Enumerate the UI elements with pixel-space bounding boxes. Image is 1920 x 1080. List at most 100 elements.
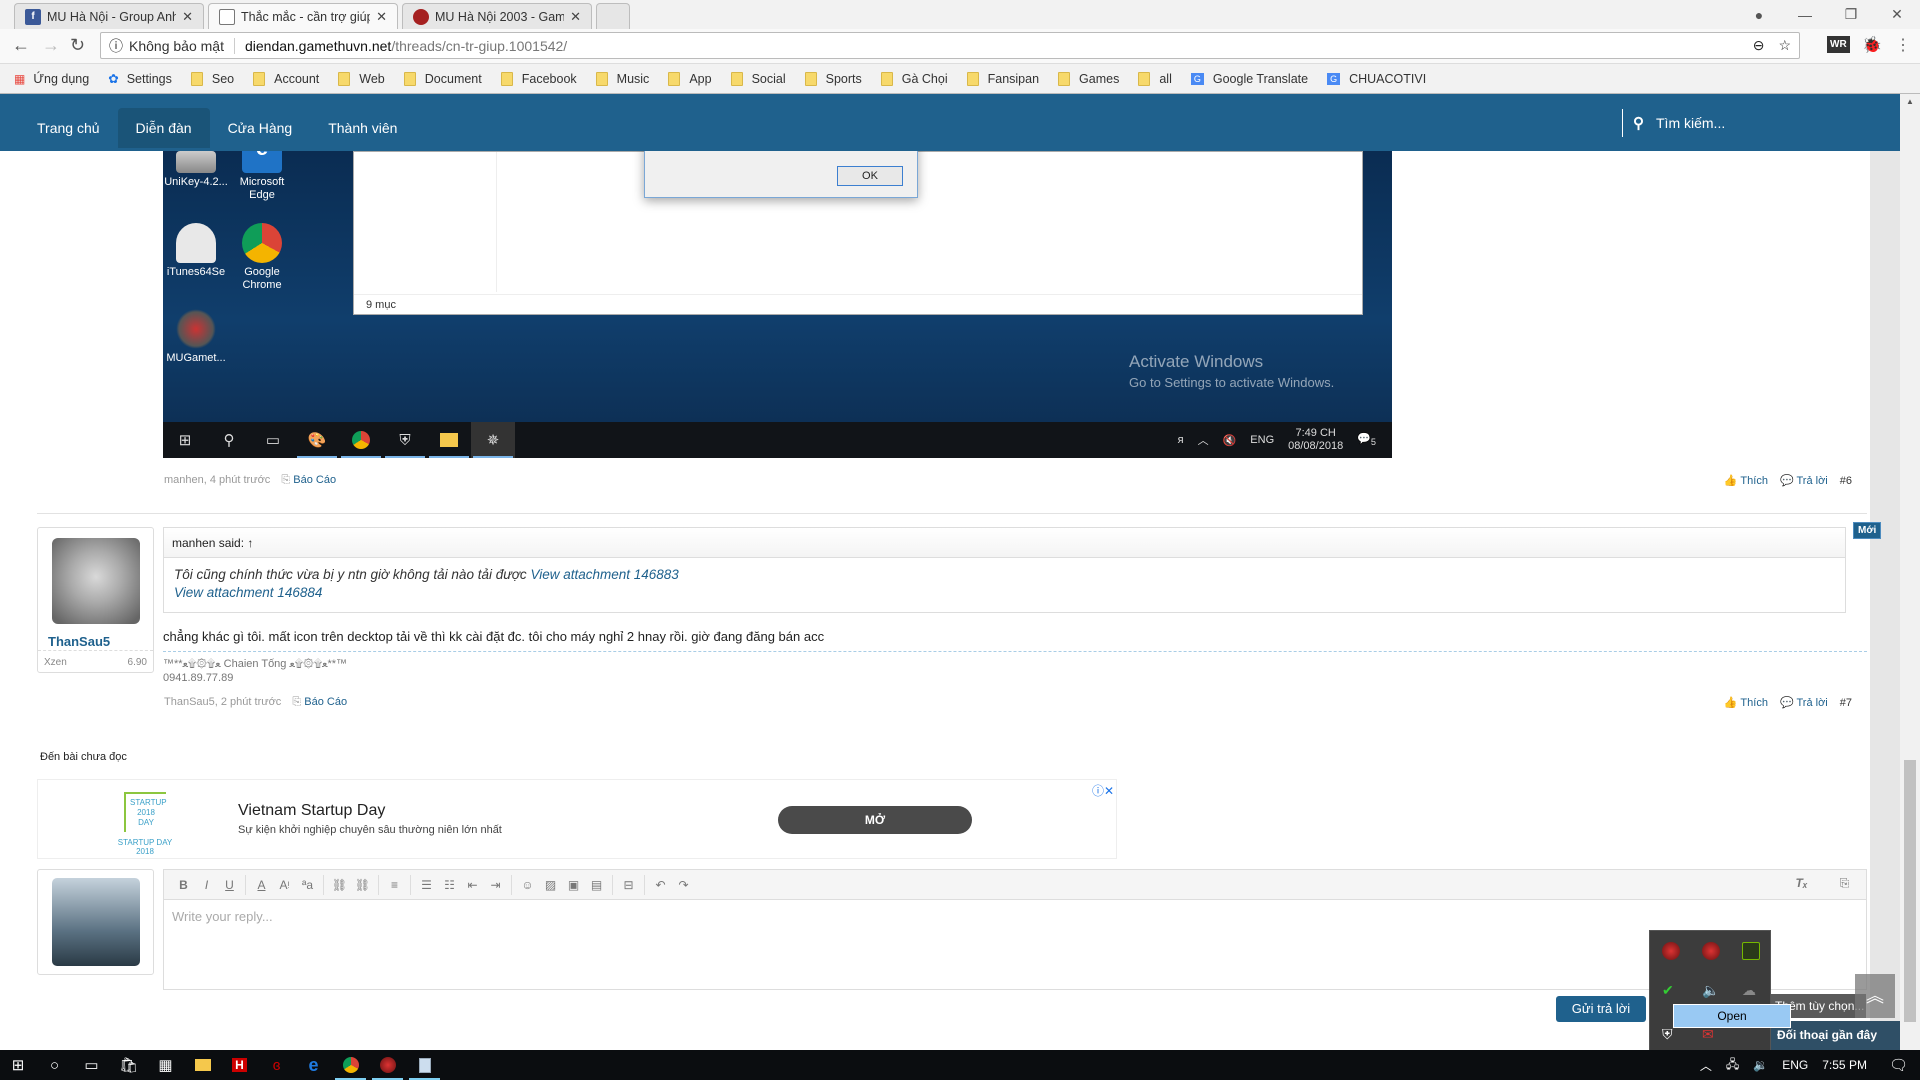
windows-start-icon[interactable]: ⊞ xyxy=(0,1050,36,1080)
bug-icon[interactable]: 🐞 xyxy=(1862,35,1882,55)
defender-warning-icon[interactable]: ⛨ xyxy=(1662,1026,1680,1044)
scroll-to-top-button[interactable]: ︽ xyxy=(1855,974,1895,1018)
close-tab-icon[interactable]: ✕ xyxy=(182,9,193,25)
new-tab-button[interactable] xyxy=(596,3,630,29)
attached-screenshot[interactable]: UniKey-4.2... eMicrosoft Edge iTunes64Se… xyxy=(163,151,1392,458)
mu-tray-icon[interactable] xyxy=(1662,942,1680,960)
bookmark-folder[interactable]: App xyxy=(668,71,712,86)
post-number[interactable]: #6 xyxy=(1840,475,1852,487)
nav-forum[interactable]: Diễn đàn xyxy=(117,107,210,148)
tab-facebook[interactable]: f MU Hà Nội - Group Anh Em ✕ xyxy=(14,3,204,29)
reply-input[interactable]: Write your reply... xyxy=(164,900,1866,933)
forward-icon[interactable]: → xyxy=(42,35,60,56)
site-search[interactable]: ⚲ Tìm kiếm... xyxy=(1622,109,1725,137)
remove-format-icon[interactable]: Tₓ xyxy=(1790,876,1813,891)
volume-icon[interactable]: 🔉 xyxy=(1753,1058,1768,1072)
h-app-icon[interactable]: H xyxy=(221,1050,258,1080)
outdent-icon[interactable]: ⇤ xyxy=(461,878,484,892)
underline-icon[interactable]: U xyxy=(218,878,241,892)
store-icon[interactable]: 🛍 xyxy=(110,1050,147,1080)
bookmark-folder[interactable]: Fansipan xyxy=(966,71,1039,86)
close-tab-icon[interactable]: ✕ xyxy=(376,9,387,25)
cortana-icon[interactable]: ○ xyxy=(36,1050,73,1080)
scrollbar-thumb[interactable] xyxy=(1904,760,1916,1022)
bullet-list-icon[interactable]: ☰ xyxy=(415,878,438,892)
notepad-icon[interactable] xyxy=(406,1050,443,1080)
scroll-up-icon[interactable]: ▲ xyxy=(1900,97,1920,106)
reload-icon[interactable]: ↻ xyxy=(70,35,85,56)
like-button[interactable]: 👍 Thích xyxy=(1724,696,1768,709)
bookmark-folder[interactable]: all xyxy=(1138,71,1172,86)
address-bar[interactable]: ⓘ Không bảo mật diendan.gamethuvn.net /t… xyxy=(100,32,1800,59)
bookmark-folder[interactable]: Music xyxy=(595,71,649,86)
save-draft-icon[interactable]: ⊟ xyxy=(617,878,640,892)
bookmark-folder[interactable]: Web xyxy=(338,71,385,86)
minimize-button[interactable]: — xyxy=(1782,7,1828,23)
reply-button[interactable]: 💬 Trả lời xyxy=(1780,474,1828,487)
menu-dots-icon[interactable]: ⋮ xyxy=(1895,35,1911,55)
close-tab-icon[interactable]: ✕ xyxy=(570,9,581,25)
profile-icon[interactable]: ● xyxy=(1736,7,1782,23)
chrome-icon[interactable] xyxy=(332,1050,369,1080)
mu-game-icon[interactable] xyxy=(369,1050,406,1080)
quote-header[interactable]: manhen said: ↑ xyxy=(164,528,1845,558)
smiley-icon[interactable]: ☺ xyxy=(516,878,539,892)
bookmark-settings[interactable]: ✿ Settings xyxy=(108,71,172,87)
italic-icon[interactable]: I xyxy=(195,878,218,892)
context-menu-open[interactable]: Open xyxy=(1673,1004,1791,1028)
ad-banner[interactable]: STARTUP 2018 DAY STARTUP DAY 2018 Vietna… xyxy=(37,779,1117,859)
bookmark-folder[interactable]: Account xyxy=(253,71,319,86)
speaker-icon[interactable]: 🔈 xyxy=(1702,982,1720,1000)
bookmark-star-icon[interactable]: ☆ xyxy=(1778,37,1791,54)
bookmark-folder[interactable]: Sports xyxy=(804,71,862,86)
quote-icon[interactable]: ▤ xyxy=(585,878,608,892)
align-icon[interactable]: ≡ xyxy=(383,878,406,892)
nav-home[interactable]: Trang chủ xyxy=(19,108,118,148)
printer-check-icon[interactable]: ✔ xyxy=(1662,982,1680,1000)
avatar[interactable] xyxy=(52,538,140,624)
ad-open-button[interactable]: MỞ xyxy=(778,806,972,834)
bookmark-folder[interactable]: Facebook xyxy=(500,71,577,86)
image-icon[interactable]: ▨ xyxy=(539,878,562,892)
submit-reply-button[interactable]: Gửi trả lời xyxy=(1556,996,1646,1022)
report-link[interactable]: Báo Cáo xyxy=(304,696,347,708)
username-link[interactable]: ThanSau5 xyxy=(48,634,110,649)
language-indicator[interactable]: ENG xyxy=(1782,1058,1808,1072)
link-icon[interactable]: ⛓ xyxy=(328,878,351,892)
mail-icon[interactable]: ✉ xyxy=(1702,1026,1720,1044)
bookmark-folder[interactable]: Games xyxy=(1058,71,1119,86)
attachment-link[interactable]: View attachment 146883 xyxy=(530,567,678,582)
bookmark-folder[interactable]: Social xyxy=(730,71,786,86)
font-family-icon[interactable]: ªa xyxy=(296,878,319,892)
tab-mu-game[interactable]: MU Hà Nội 2003 - Gamet ✕ xyxy=(402,3,592,29)
edge-icon[interactable]: e xyxy=(295,1050,332,1080)
unread-link[interactable]: Đến bài chưa đọc xyxy=(40,751,127,763)
nvidia-icon[interactable] xyxy=(1742,942,1760,960)
redo-icon[interactable]: ↷ xyxy=(672,878,695,892)
bookmark-folder[interactable]: Gà Chọi xyxy=(880,71,948,86)
mu-tray-icon[interactable] xyxy=(1702,942,1720,960)
info-icon[interactable]: ⓘ xyxy=(109,36,123,56)
back-icon[interactable]: ← xyxy=(12,35,30,56)
bookmark-google-translate[interactable]: G Google Translate xyxy=(1190,72,1308,86)
reply-button[interactable]: 💬 Trả lời xyxy=(1780,696,1828,709)
tab-current[interactable]: Thắc mắc - cần trợ giúp | ✕ xyxy=(208,3,398,29)
nav-members[interactable]: Thành viên xyxy=(310,108,415,148)
action-center-icon[interactable]: 🗨 xyxy=(1889,1056,1908,1074)
close-window-button[interactable]: ✕ xyxy=(1874,6,1920,23)
extension-wr-icon[interactable]: WR xyxy=(1827,36,1850,53)
report-link[interactable]: Báo Cáo xyxy=(293,474,336,486)
chevron-up-icon[interactable]: ︿ xyxy=(1700,1057,1712,1074)
bookmark-apps[interactable]: ▦ Ứng dụng xyxy=(14,72,89,86)
bookmark-folder[interactable]: Document xyxy=(403,71,482,86)
ad-close-icon[interactable]: ⓘ✕ xyxy=(1092,782,1114,799)
media-icon[interactable]: ▣ xyxy=(562,878,585,892)
bold-icon[interactable]: B xyxy=(172,878,195,892)
undo-icon[interactable]: ↶ xyxy=(649,878,672,892)
page-scrollbar[interactable]: ▲ xyxy=(1900,94,1920,1050)
font-size-icon[interactable]: Aᵎ xyxy=(273,878,296,892)
attachment-link[interactable]: View attachment 146884 xyxy=(174,585,322,600)
onedrive-icon[interactable]: ☁ xyxy=(1742,982,1760,1000)
unlink-icon[interactable]: ⛓ xyxy=(351,878,374,892)
restore-button[interactable]: ❐ xyxy=(1828,6,1874,23)
